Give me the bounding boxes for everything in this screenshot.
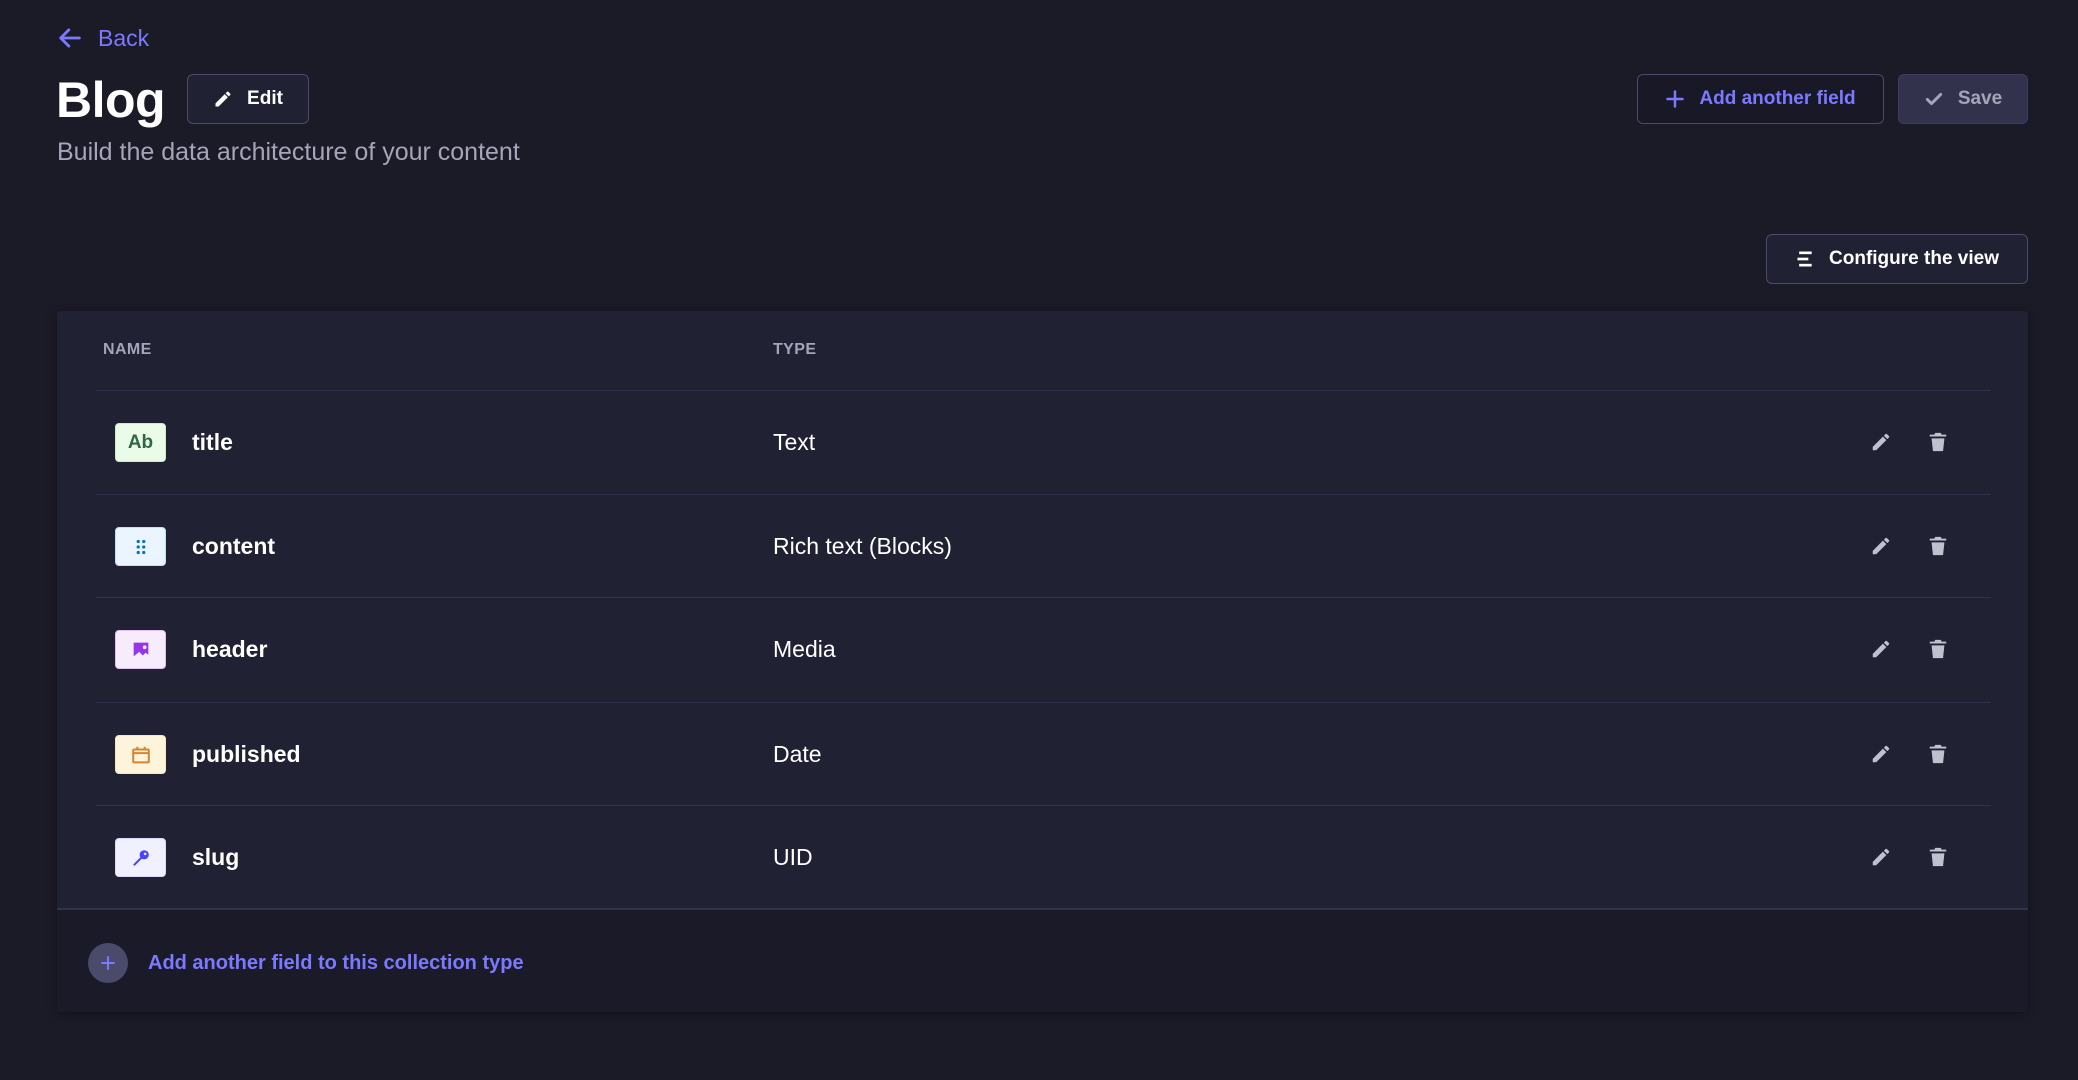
trash-icon: [1929, 847, 1947, 867]
field-name: title: [192, 429, 233, 455]
edit-button[interactable]: Edit: [187, 74, 309, 124]
check-icon: [1925, 92, 1942, 106]
trash-icon: [1929, 536, 1947, 556]
table-row: slug UID: [57, 805, 2028, 909]
save-label: Save: [1957, 88, 2003, 109]
edit-label: Edit: [247, 88, 283, 109]
key-icon: [115, 838, 166, 877]
field-type: Rich text (Blocks): [773, 533, 952, 559]
field-type: Text: [773, 429, 816, 455]
add-another-field-label: Add another field: [1699, 88, 1856, 109]
add-field-to-collection-label: Add another field to this collection typ…: [148, 951, 524, 974]
table-row: header Media: [57, 597, 2028, 701]
pencil-icon: [1872, 433, 1890, 451]
table-row: content Rich text (Blocks): [57, 494, 2028, 598]
back-link[interactable]: Back: [56, 22, 149, 54]
save-button[interactable]: Save: [1898, 74, 2028, 124]
edit-field-button[interactable]: [1867, 843, 1895, 871]
plus-circle-icon: [88, 943, 128, 983]
plus-icon: [1666, 90, 1685, 108]
back-label: Back: [98, 24, 150, 51]
table-footer: Add another field to this collection typ…: [57, 908, 2028, 1012]
field-name: slug: [192, 844, 240, 870]
text-icon: Ab: [115, 423, 166, 462]
edit-field-button[interactable]: [1867, 740, 1895, 768]
field-type: Date: [773, 741, 822, 767]
pencil-icon: [1872, 640, 1890, 658]
trash-icon: [1929, 432, 1947, 452]
page-title: Blog: [56, 72, 166, 128]
add-another-field-button[interactable]: Add another field: [1637, 74, 1884, 124]
delete-field-button[interactable]: [1924, 740, 1952, 768]
pencil-icon: [1872, 745, 1890, 763]
edit-field-button[interactable]: [1867, 428, 1895, 456]
field-name: published: [192, 741, 301, 767]
table-header: NAME TYPE: [57, 311, 2028, 390]
delete-field-button[interactable]: [1924, 428, 1952, 456]
page-subtitle: Build the data architecture of your cont…: [57, 138, 520, 166]
add-field-to-collection-button[interactable]: Add another field to this collection typ…: [88, 943, 524, 983]
column-header-name: NAME: [103, 341, 152, 358]
field-type: Media: [773, 636, 836, 662]
list-settings-icon: [1797, 251, 1812, 267]
pencil-icon: [215, 91, 231, 107]
edit-field-button[interactable]: [1867, 635, 1895, 663]
delete-field-button[interactable]: [1924, 532, 1952, 560]
calendar-icon: [115, 735, 166, 774]
column-header-type: TYPE: [773, 341, 817, 358]
field-name: content: [192, 533, 276, 559]
edit-field-button[interactable]: [1867, 532, 1895, 560]
arrow-left-icon: [59, 28, 81, 48]
pencil-icon: [1872, 848, 1890, 866]
fields-table: NAME TYPE Ab title Text content Rich tex…: [57, 311, 2028, 1012]
pencil-icon: [1872, 537, 1890, 555]
blocks-icon: [115, 527, 166, 566]
delete-field-button[interactable]: [1924, 635, 1952, 663]
delete-field-button[interactable]: [1924, 843, 1952, 871]
field-name: header: [192, 636, 268, 662]
table-row: published Date: [57, 702, 2028, 806]
media-icon: [115, 630, 166, 669]
trash-icon: [1929, 639, 1947, 659]
configure-view-button[interactable]: Configure the view: [1766, 234, 2028, 284]
configure-view-label: Configure the view: [1829, 248, 1999, 269]
trash-icon: [1929, 744, 1947, 764]
table-row: Ab title Text: [57, 390, 2028, 494]
field-type: UID: [773, 844, 813, 870]
